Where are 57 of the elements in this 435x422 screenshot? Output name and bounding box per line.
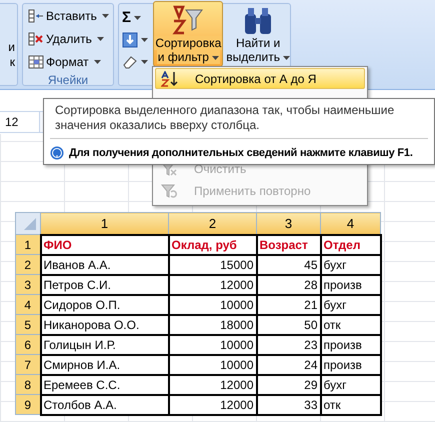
table-cell: Смирнов И.А. xyxy=(40,354,168,374)
caret-icon xyxy=(141,38,148,42)
caret-icon xyxy=(141,60,148,64)
name-box[interactable]: 12 xyxy=(0,112,40,132)
caret-icon xyxy=(94,60,101,64)
insert-rows-icon xyxy=(28,9,44,23)
caret-icon xyxy=(102,14,109,18)
row-header[interactable]: 9 xyxy=(16,394,40,414)
column-heading: ФИО xyxy=(40,234,168,254)
format-cells-icon xyxy=(28,55,44,69)
row-header[interactable]: 7 xyxy=(16,354,40,374)
column-heading: Оклад, руб xyxy=(168,234,256,254)
fill-down-icon xyxy=(122,32,138,48)
table-cell: Сидоров О.П. xyxy=(40,294,168,314)
row-header[interactable]: 4 xyxy=(16,294,40,314)
menu-item[interactable]: Сортировка от А до Я xyxy=(155,68,365,89)
caret-icon xyxy=(96,37,104,41)
row-header[interactable]: 3 xyxy=(16,274,40,294)
triangle-icon xyxy=(24,218,36,230)
table-cell: Столбов А.А. xyxy=(40,394,168,414)
help-icon xyxy=(50,146,64,160)
column-header[interactable]: 1 xyxy=(40,212,168,234)
row-header[interactable]: 2 xyxy=(16,254,40,274)
caret-icon xyxy=(134,16,142,20)
eraser-icon xyxy=(122,55,138,69)
ribbon-button[interactable]: Σ xyxy=(122,9,150,27)
row-header[interactable]: 5 xyxy=(16,314,40,334)
ribbon-label: к xyxy=(10,55,15,70)
table-cell: Иванов А.А. xyxy=(40,254,168,274)
sort-filter-button[interactable]: Сортировка и фильтр xyxy=(153,1,224,67)
caret-icon xyxy=(283,56,290,60)
column-heading: Возраст xyxy=(256,234,320,254)
group-label: Ячейки xyxy=(46,72,90,89)
column-heading: Отдел xyxy=(320,234,380,254)
column-header[interactable]: 3 xyxy=(256,212,320,234)
help-hint: Для получения дополнительных сведений нажмите клавишу F1. xyxy=(69,146,413,161)
ribbon-button[interactable]: Вставить xyxy=(27,7,113,25)
table-cell: Никанорова О.О. xyxy=(40,314,168,334)
ribbon-button[interactable]: Удалить xyxy=(27,30,113,48)
tooltip-description: Сортировка выделенного диапазона так, чтобы наименьшие значения оказались вверху столбца. xyxy=(50,103,428,139)
row-header[interactable]: 6 xyxy=(16,334,40,354)
table-cell: Петров С.И. xyxy=(40,274,168,294)
sort-az-icon xyxy=(161,70,179,86)
delete-rows-icon xyxy=(28,32,44,46)
sort-filter-icon xyxy=(172,4,204,36)
row-header[interactable]: 8 xyxy=(16,374,40,394)
table-cell: Голицын И.Р. xyxy=(40,334,168,354)
column-header[interactable]: 4 xyxy=(320,212,380,234)
find-select-button[interactable]: Найти и выделить xyxy=(226,4,290,66)
ribbon-button[interactable] xyxy=(122,31,150,49)
row-header[interactable]: 1 xyxy=(16,234,40,254)
ribbon-button[interactable]: Формат xyxy=(27,53,113,71)
reapply-filter-icon xyxy=(160,182,178,198)
caret-icon xyxy=(212,56,219,60)
table-cell: Еремеев С.С. xyxy=(40,374,168,394)
column-header[interactable]: 2 xyxy=(168,212,256,234)
ribbon-label: и xyxy=(8,40,15,55)
